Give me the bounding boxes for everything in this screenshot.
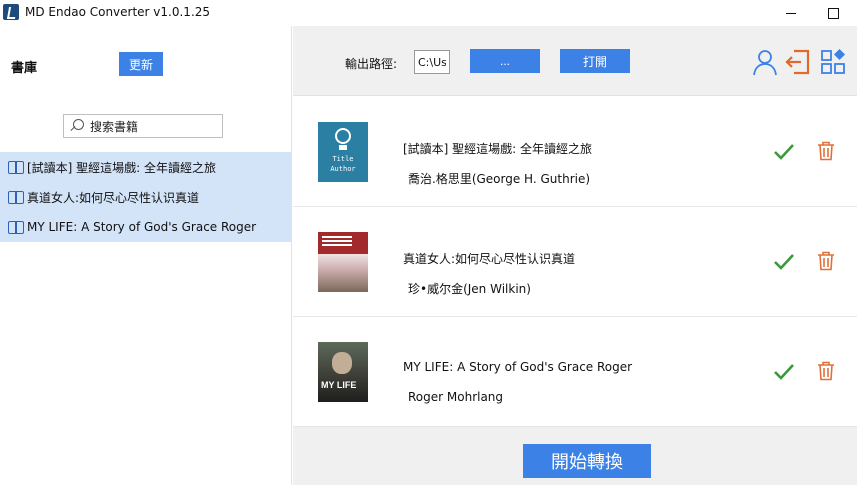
book-cover: Title Author: [318, 122, 368, 182]
book-title: 真道女人:如何尽心尽性认识真道: [403, 252, 576, 266]
book-icon: [7, 190, 25, 204]
library-label: 書庫: [11, 61, 38, 76]
book-author: Roger Mohrlang: [408, 390, 504, 404]
trash-icon[interactable]: [817, 361, 835, 381]
maximize-button[interactable]: [815, 0, 851, 26]
book-author: 珍•威尔金(Jen Wilkin): [408, 282, 531, 296]
cover-title: MY LIFE: [321, 380, 357, 390]
library-sidebar: 書庫 更新 搜索書籍 [試讀本] 聖經這場戲: 全年讀經之旅 真道女人:如何尽心…: [0, 26, 292, 485]
apps-icon[interactable]: [819, 47, 849, 77]
app-logo-icon: [3, 4, 19, 20]
library-item[interactable]: 真道女人:如何尽心尽性认识真道: [0, 182, 291, 212]
trash-icon[interactable]: [817, 251, 835, 271]
output-path-label: 輸出路徑:: [345, 57, 398, 71]
lightbulb-icon: [335, 128, 351, 144]
book-title: [試讀本] 聖經這場戲: 全年讀經之旅: [403, 142, 593, 156]
book-cover: MY LIFE: [318, 342, 368, 402]
open-folder-button[interactable]: 打開: [560, 49, 630, 73]
search-icon: [68, 118, 86, 134]
search-placeholder: 搜索書籍: [90, 119, 139, 134]
check-icon: [774, 254, 794, 270]
start-conversion-button[interactable]: 開始轉換: [523, 444, 651, 478]
library-item[interactable]: MY LIFE: A Story of God's Grace Roger: [0, 212, 291, 242]
book-icon: [7, 160, 25, 174]
book-icon: [7, 220, 25, 234]
footer-bar: 開始轉換: [293, 427, 857, 485]
book-cover: [318, 232, 368, 292]
check-icon: [774, 364, 794, 380]
update-button[interactable]: 更新: [119, 52, 163, 76]
check-icon: [774, 144, 794, 160]
cover-author: Author: [330, 165, 356, 173]
trash-icon[interactable]: [817, 141, 835, 161]
toolbar: 輸出路徑: ... 打開: [293, 26, 857, 96]
library-item-label: 真道女人:如何尽心尽性认识真道: [27, 190, 200, 205]
book-row: MY LIFE MY LIFE: A Story of God's Grace …: [293, 317, 857, 427]
book-row: 真道女人:如何尽心尽性认识真道 珍•威尔金(Jen Wilkin): [293, 207, 857, 317]
title-bar: MD Endao Converter v1.0.1.25: [0, 0, 857, 26]
user-icon[interactable]: [750, 47, 780, 77]
book-author: 喬治.格思里(George H. Guthrie): [408, 172, 591, 186]
book-row: Title Author [試讀本] 聖經這場戲: 全年讀經之旅 喬治.格思里(…: [293, 97, 857, 207]
library-item[interactable]: [試讀本] 聖經這場戲: 全年讀經之旅: [0, 152, 291, 182]
minimize-button[interactable]: [773, 0, 809, 26]
library-item-label: [試讀本] 聖經這場戲: 全年讀經之旅: [27, 160, 217, 175]
book-title: MY LIFE: A Story of God's Grace Roger: [403, 360, 633, 374]
window-title: MD Endao Converter v1.0.1.25: [25, 5, 211, 19]
login-icon[interactable]: [783, 47, 813, 77]
book-list: Title Author [試讀本] 聖經這場戲: 全年讀經之旅 喬治.格思里(…: [293, 97, 857, 427]
search-input[interactable]: 搜索書籍: [63, 114, 223, 138]
library-list: [試讀本] 聖經這場戲: 全年讀經之旅 真道女人:如何尽心尽性认识真道 MY L…: [0, 152, 291, 242]
browse-button[interactable]: ...: [470, 49, 540, 73]
output-path-input[interactable]: [414, 50, 450, 74]
library-item-label: MY LIFE: A Story of God's Grace Roger: [27, 220, 257, 234]
cover-title: Title: [332, 155, 354, 163]
